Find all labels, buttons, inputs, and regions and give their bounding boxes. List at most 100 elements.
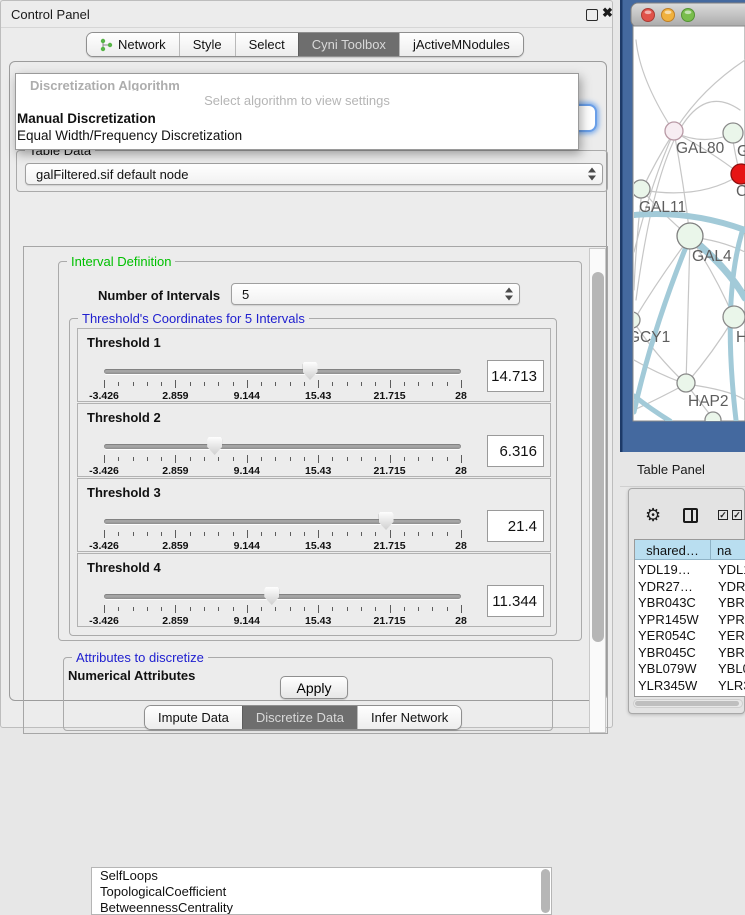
tab-select[interactable]: Select xyxy=(235,33,298,56)
network-node-gal80[interactable] xyxy=(665,122,683,140)
minor-tick xyxy=(204,532,205,536)
minor-tick xyxy=(375,607,376,611)
attribute-list-item[interactable]: BetweennessCentrality xyxy=(92,900,551,915)
tab-network[interactable]: Network xyxy=(87,33,179,56)
bottom-tab-impute-data[interactable]: Impute Data xyxy=(145,706,242,729)
tick-label: 15.43 xyxy=(305,615,331,627)
major-tick xyxy=(175,530,176,538)
threshold-value-field[interactable]: 21.4 xyxy=(487,510,544,542)
table-row[interactable]: YPR145WYPR1 xyxy=(635,612,745,629)
attributes-list-scrollbar[interactable] xyxy=(541,869,550,913)
minor-tick xyxy=(432,607,433,611)
bottom-tab-discretize-data[interactable]: Discretize Data xyxy=(242,706,357,729)
node-attribute-table[interactable]: shared… na YDL19…YDL1YDR27…YDR2YBR043CYB… xyxy=(634,539,745,697)
table-row[interactable]: YBR045CYBR0 xyxy=(635,645,745,662)
minor-tick xyxy=(418,532,419,536)
zoom-traffic-button-gloss xyxy=(685,11,692,15)
slider-track[interactable] xyxy=(104,369,461,374)
minor-tick xyxy=(161,607,162,611)
tick-label: 28 xyxy=(455,540,467,552)
table-row[interactable]: YER054CYER0 xyxy=(635,628,745,645)
slider-track[interactable] xyxy=(104,444,461,449)
minor-tick xyxy=(261,532,262,536)
minor-tick xyxy=(275,457,276,461)
close-traffic-button[interactable] xyxy=(642,9,655,22)
network-node-g[interactable] xyxy=(723,123,743,143)
major-tick xyxy=(390,530,391,538)
minor-tick xyxy=(204,457,205,461)
network-node-hap2[interactable] xyxy=(677,374,695,392)
minor-tick xyxy=(304,382,305,386)
threshold-slider[interactable]: -3.4262.8599.14415.4321.71528 xyxy=(104,554,461,628)
threshold-slider[interactable]: -3.4262.8599.14415.4321.71528 xyxy=(104,404,461,478)
minor-tick xyxy=(332,382,333,386)
threshold-panel-2: Threshold 2-3.4262.8599.14415.4321.71528… xyxy=(77,403,551,477)
threshold-slider[interactable]: -3.4262.8599.14415.4321.71528 xyxy=(104,329,461,403)
zoom-traffic-button[interactable] xyxy=(682,9,695,22)
slider-track[interactable] xyxy=(104,519,461,524)
float-window-icon[interactable] xyxy=(586,9,598,21)
window-title: Control Panel xyxy=(11,7,90,22)
column-header-name[interactable]: na xyxy=(711,540,745,560)
table-row[interactable]: YDR27…YDR2 xyxy=(635,579,745,596)
tab-style[interactable]: Style xyxy=(179,33,235,56)
network-node-h[interactable] xyxy=(723,306,745,328)
cell-name: YDR2 xyxy=(718,579,745,594)
table-row[interactable]: YBL079WYBL0 xyxy=(635,661,745,678)
algorithm-option[interactable]: Manual Discretization xyxy=(16,110,578,127)
table-row[interactable]: YIL052CYIL0 xyxy=(635,694,745,697)
minor-tick xyxy=(404,382,405,386)
threshold-value-field[interactable]: 14.713 xyxy=(487,360,544,392)
tab-cyni-toolbox[interactable]: Cyni Toolbox xyxy=(298,33,399,56)
slider-thumb[interactable] xyxy=(379,512,394,530)
threshold-slider[interactable]: -3.4262.8599.14415.4321.71528 xyxy=(104,479,461,553)
slider-thumb[interactable] xyxy=(303,362,318,380)
slider-thumb[interactable] xyxy=(207,437,222,455)
table-row[interactable]: YLR345WYLR3 xyxy=(635,678,745,695)
number-of-intervals-label: Number of Intervals xyxy=(98,288,220,303)
major-tick xyxy=(247,605,248,613)
close-window-icon[interactable]: ✖ xyxy=(602,5,613,21)
tab-jactivemnodules[interactable]: jActiveMNodules xyxy=(399,33,523,56)
table-settings-gear-icon[interactable]: ⚙ xyxy=(645,506,661,524)
number-of-intervals-combo[interactable]: 5 xyxy=(231,283,520,305)
network-node-gal4[interactable] xyxy=(677,223,703,249)
apply-button[interactable]: Apply xyxy=(280,676,348,699)
tick-label: 28 xyxy=(455,615,467,627)
network-node-c[interactable] xyxy=(731,164,745,184)
split-columns-icon[interactable] xyxy=(683,508,698,523)
network-node-gal11[interactable] xyxy=(632,180,650,198)
attribute-list-item[interactable]: SelfLoops xyxy=(92,868,551,884)
table-row[interactable]: YBR043CYBR0 xyxy=(635,595,745,612)
checkbox-filter-icon-2[interactable]: ✓ xyxy=(732,510,742,520)
minor-tick xyxy=(347,382,348,386)
table-row[interactable]: YDL19…YDL1 xyxy=(635,562,745,579)
attribute-list-item[interactable]: TopologicalCoefficient xyxy=(92,884,551,900)
slider-track[interactable] xyxy=(104,594,461,599)
minor-tick xyxy=(361,457,362,461)
cell-name: YIL0 xyxy=(718,694,745,697)
number-of-intervals-value: 5 xyxy=(242,287,249,302)
threshold-value-field[interactable]: 6.316 xyxy=(487,435,544,467)
settings-scrollbar-thumb[interactable] xyxy=(592,272,604,642)
cell-shared-name: YBR043C xyxy=(638,595,696,610)
settings-scrollbar-track[interactable] xyxy=(589,248,606,733)
checkbox-filter-icon[interactable]: ✓ xyxy=(718,510,728,520)
discretization-algorithm-ghost-label: Discretization Algorithm xyxy=(30,78,180,91)
threshold-value-field[interactable]: 11.344 xyxy=(487,585,544,617)
network-view[interactable]: GAL80GCGAL11GAL4GCY1HHAP2 xyxy=(620,0,745,452)
minor-tick xyxy=(133,457,134,461)
table-horizontal-scrollbar[interactable] xyxy=(633,699,743,708)
table-horizontal-scrollbar-thumb[interactable] xyxy=(635,701,739,706)
minimize-traffic-button[interactable] xyxy=(662,9,675,22)
algorithm-option[interactable]: Equal Width/Frequency Discretization xyxy=(16,127,578,144)
slider-thumb[interactable] xyxy=(264,587,279,605)
minor-tick xyxy=(404,532,405,536)
numerical-attributes-list[interactable]: SelfLoopsTopologicalCoefficientBetweenne… xyxy=(91,867,552,915)
table-data-combo[interactable]: galFiltered.sif default node xyxy=(25,163,603,185)
bottom-tab-infer-network[interactable]: Infer Network xyxy=(357,706,461,729)
major-tick xyxy=(461,605,462,613)
column-header-shared-name[interactable]: shared… xyxy=(635,540,711,560)
minor-tick xyxy=(290,607,291,611)
control-panel-titlebar[interactable]: Control Panel ✖ xyxy=(1,1,612,28)
